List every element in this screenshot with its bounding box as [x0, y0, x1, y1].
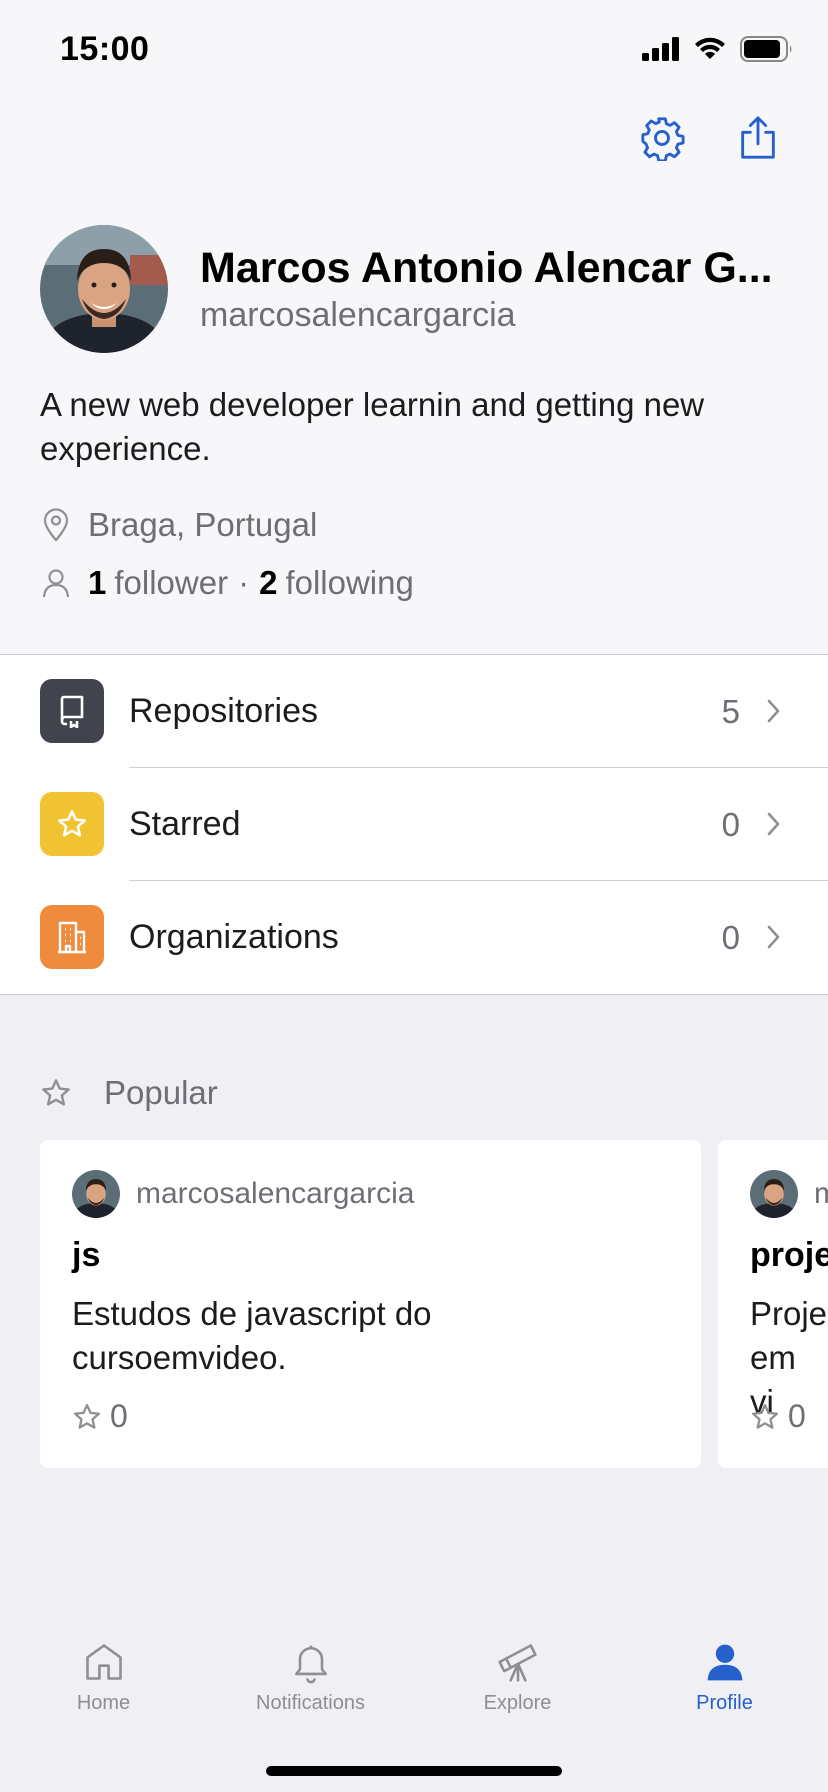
status-icons: [642, 36, 794, 62]
profile-bio: A new web developer learnin and getting …: [40, 386, 705, 467]
battery-icon: [740, 36, 792, 62]
home-indicator[interactable]: [266, 1766, 562, 1776]
signal-icon: [642, 37, 679, 61]
tab-home[interactable]: Home: [0, 1640, 207, 1715]
header-actions: [636, 112, 784, 164]
tab-profile[interactable]: Profile: [621, 1640, 828, 1715]
repo-icon: [40, 679, 104, 743]
building-icon: [40, 905, 104, 969]
avatar: [750, 1170, 798, 1218]
wifi-icon: [695, 37, 725, 59]
share-icon: [741, 116, 775, 159]
repo-owner: marcosalencargarcia: [72, 1170, 414, 1218]
following-count: 2: [259, 564, 278, 601]
person-icon: [40, 565, 72, 601]
repo-owner-name: m: [814, 1177, 828, 1210]
popular-repo-card[interactable]: marcosalencargarcia js Estudos de javasc…: [40, 1140, 701, 1468]
repo-stars: 0: [72, 1398, 128, 1435]
repo-owner: m: [750, 1170, 828, 1218]
repo-name: proje: [750, 1236, 828, 1274]
menu-label-organizations: Organizations: [129, 918, 339, 956]
follow-separator: ·: [238, 564, 250, 601]
location-text: Braga, Portugal: [88, 506, 318, 543]
tab-label-profile: Profile: [696, 1692, 753, 1714]
tab-label-explore: Explore: [483, 1692, 552, 1714]
menu-label-starred: Starred: [129, 805, 241, 843]
repo-star-count: 0: [110, 1398, 128, 1434]
popular-heading-text: Popular: [104, 1074, 218, 1111]
star-outline-icon: [42, 1079, 70, 1106]
popular-repo-card[interactable]: m proje Proje em vi 0: [718, 1140, 828, 1468]
telescope-icon: [497, 1644, 537, 1682]
tab-label-notifications: Notifications: [256, 1692, 365, 1714]
followers-count: 1: [88, 564, 107, 601]
tab-label-home: Home: [76, 1692, 131, 1714]
popular-heading: Popular: [40, 1074, 218, 1112]
gear-icon: [641, 117, 685, 161]
followers-row[interactable]: 1 follower · 2 following: [40, 564, 414, 602]
menu-count-starred: 0: [721, 805, 740, 843]
tab-explore[interactable]: Explore: [414, 1640, 621, 1715]
profile-username: marcosalencargarcia: [200, 296, 516, 334]
chevron-right-icon: [767, 812, 780, 836]
location-row: Braga, Portugal: [40, 506, 317, 544]
bell-icon: [294, 1645, 327, 1684]
menu-item-repositories[interactable]: Repositories 5: [0, 655, 828, 768]
menu-count-organizations: 0: [721, 918, 740, 956]
star-outline-icon: [74, 1403, 100, 1429]
person-icon: [707, 1644, 742, 1681]
status-bar: 15:00: [0, 0, 828, 100]
home-icon: [85, 1644, 122, 1680]
repo-stars: 0: [750, 1398, 806, 1435]
followers-label: follower: [114, 564, 229, 601]
tab-notifications[interactable]: Notifications: [207, 1640, 414, 1715]
star-icon: [40, 792, 104, 856]
profile-menu-list: Repositories 5 Starred 0 Organizations 0: [0, 654, 828, 995]
location-pin-icon: [40, 507, 72, 543]
star-outline-icon: [752, 1403, 778, 1429]
repo-description: Estudos de javascript do cursoemvideo.: [72, 1295, 432, 1376]
menu-label-repositories: Repositories: [129, 692, 318, 730]
status-time: 15:00: [60, 30, 150, 68]
chevron-right-icon: [767, 699, 780, 723]
avatar: [72, 1170, 120, 1218]
chevron-right-icon: [767, 925, 780, 949]
profile-name: Marcos Antonio Alencar G...: [200, 244, 773, 292]
repo-owner-name: marcosalencargarcia: [136, 1177, 415, 1210]
repo-name: js: [72, 1236, 101, 1274]
share-button[interactable]: [732, 112, 784, 164]
settings-button[interactable]: [636, 112, 688, 164]
menu-item-organizations[interactable]: Organizations 0: [0, 881, 828, 994]
avatar[interactable]: [40, 225, 168, 353]
menu-count-repositories: 5: [721, 692, 740, 730]
repo-star-count: 0: [788, 1398, 806, 1434]
menu-item-starred[interactable]: Starred 0: [0, 768, 828, 881]
following-label: following: [285, 564, 414, 601]
